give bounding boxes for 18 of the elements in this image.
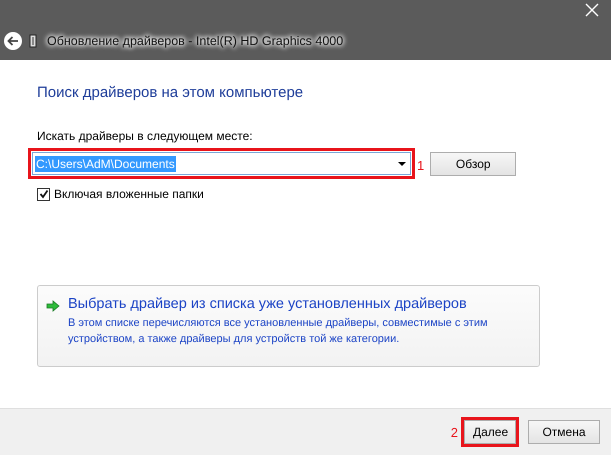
dropdown-arrow-icon[interactable] (398, 162, 406, 166)
close-icon[interactable] (585, 3, 599, 17)
location-label: Искать драйверы в следующем месте: (37, 129, 254, 143)
back-icon[interactable] (3, 31, 23, 51)
command-link-description: В этом списке перечисляются все установленные драйверы, совместимые с этим устройством, а также драйверы для устройств той же категории. (68, 316, 488, 347)
device-icon (29, 34, 37, 48)
page-heading: Поиск драйверов на этом компьютере (37, 84, 304, 101)
cancel-button[interactable]: Отмена (528, 420, 600, 444)
checkbox[interactable] (37, 188, 50, 200)
next-button[interactable]: Далее (464, 420, 516, 444)
annotation-number: 1 (417, 158, 424, 173)
command-link[interactable]: Выбрать драйвер из списка уже установленных драйверов В этом списке перечисляются все установленные драйверы, совместимые с этим устройством, а также драйверы для устройств той же категории. (37, 285, 540, 367)
path-text: C:\Users\AdM\Documents (35, 156, 176, 172)
annotation-number: 2 (450, 424, 458, 440)
checkbox-label[interactable]: Включая вложенные папки (54, 187, 204, 201)
command-link-title: Выбрать драйвер из списка уже установленных драйверов (68, 296, 468, 312)
browse-button[interactable]: Обзор (430, 152, 516, 176)
arrow-icon (46, 300, 60, 312)
